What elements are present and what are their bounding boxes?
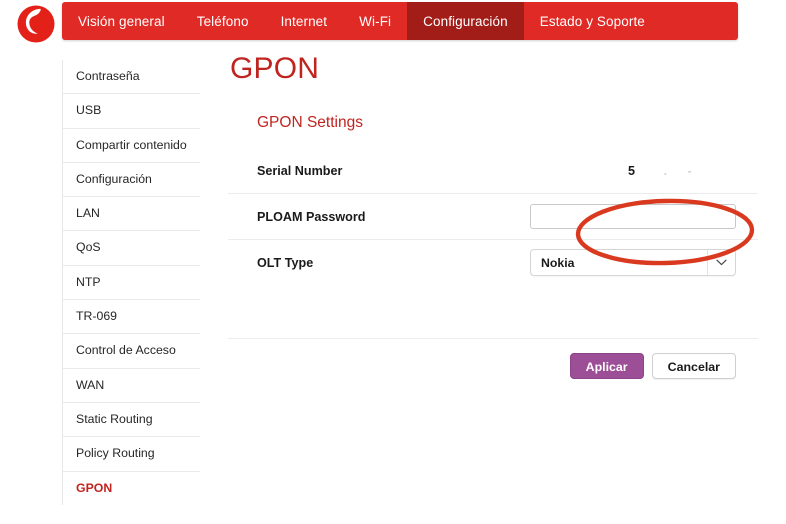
row-olt-type: OLT Type Nokia <box>228 240 758 285</box>
main-nav-strip: Visión general Teléfono Internet Wi-Fi C… <box>62 2 738 40</box>
row-serial-number: Serial Number 5 . - <box>228 148 758 194</box>
nav-label: Teléfono <box>196 13 249 29</box>
sidebar-item-label: GPON <box>76 480 113 495</box>
apply-button[interactable]: Aplicar <box>569 353 644 379</box>
serial-number-value: 5 . - <box>628 163 693 178</box>
sidebar-item-control-de-acceso[interactable]: Control de Acceso <box>63 334 200 369</box>
sidebar-item-policy-routing[interactable]: Policy Routing <box>63 437 200 472</box>
top-navigation-bar: Visión general Teléfono Internet Wi-Fi C… <box>0 0 786 46</box>
sidebar-item-qos[interactable]: QoS <box>63 231 200 266</box>
form-footer-divider <box>228 338 758 339</box>
sidebar-item-label: USB <box>76 103 102 118</box>
nav-item-internet[interactable]: Internet <box>265 2 344 40</box>
cancel-button[interactable]: Cancelar <box>651 353 736 379</box>
sidebar-item-compartir-contenido[interactable]: Compartir contenido <box>63 129 200 163</box>
ploam-password-label: PLOAM Password <box>257 209 366 224</box>
nav-label: Estado y Soporte <box>539 13 645 29</box>
serial-number-text: 5 <box>628 163 636 178</box>
sidebar-item-usb[interactable]: USB <box>63 94 200 129</box>
nav-item-vision-general[interactable]: Visión general <box>62 2 181 40</box>
nav-item-telefono[interactable]: Teléfono <box>181 2 265 40</box>
nav-label: Visión general <box>78 13 165 29</box>
sidebar-item-label: Policy Routing <box>76 446 155 461</box>
section-title: GPON Settings <box>257 114 363 131</box>
sidebar-item-label: TR-069 <box>76 309 118 324</box>
sidebar-item-contrasena[interactable]: Contraseña <box>63 60 200 95</box>
gpon-settings-form: Serial Number 5 . - PLOAM Password OLT T… <box>228 148 758 285</box>
chevron-down-icon[interactable] <box>707 250 735 275</box>
sidebar-item-label: WAN <box>76 377 105 392</box>
olt-type-label: OLT Type <box>257 255 314 270</box>
sidebar-item-gpon[interactable]: GPON <box>63 472 200 505</box>
sidebar-item-wan[interactable]: WAN <box>63 369 200 403</box>
row-ploam-password: PLOAM Password <box>228 194 758 240</box>
sidebar-item-label: NTP <box>76 274 101 289</box>
sidebar-item-label: Compartir contenido <box>76 137 187 152</box>
sidebar-item-label: LAN <box>76 206 100 221</box>
sidebar-item-tr-069[interactable]: TR-069 <box>63 300 200 335</box>
sidebar-item-ntp[interactable]: NTP <box>63 266 200 301</box>
nav-label: Configuración <box>423 13 508 29</box>
sidebar-item-label: Configuración <box>76 171 152 186</box>
ploam-password-input[interactable] <box>530 204 736 229</box>
gpon-settings-panel: GPON GPON Settings Serial Number 5 . - P… <box>228 52 758 379</box>
form-action-buttons: Aplicar Cancelar <box>228 353 758 379</box>
nav-item-configuracion[interactable]: Configuración <box>407 2 524 40</box>
sidebar-item-label: Contraseña <box>76 69 140 83</box>
settings-sidebar: Contraseña USB Compartir contenido Confi… <box>62 60 200 505</box>
sidebar-item-configuracion[interactable]: Configuración <box>63 163 200 198</box>
olt-type-value: Nokia <box>541 255 575 270</box>
nav-item-wifi[interactable]: Wi-Fi <box>343 2 407 40</box>
sidebar-item-lan[interactable]: LAN <box>63 197 200 232</box>
nav-label: Wi-Fi <box>359 13 392 29</box>
olt-type-select[interactable]: Nokia <box>530 249 736 276</box>
nav-item-estado-y-soporte[interactable]: Estado y Soporte <box>524 2 661 40</box>
vodafone-logo-icon <box>14 2 58 46</box>
sidebar-item-static-routing[interactable]: Static Routing <box>63 403 200 438</box>
serial-number-label: Serial Number <box>257 163 343 178</box>
nav-label: Internet <box>280 13 328 29</box>
sidebar-item-label: Static Routing <box>76 411 153 426</box>
sidebar-item-label: Control de Acceso <box>76 343 176 358</box>
page-title: GPON <box>230 52 320 85</box>
sidebar-item-label: QoS <box>76 240 101 255</box>
